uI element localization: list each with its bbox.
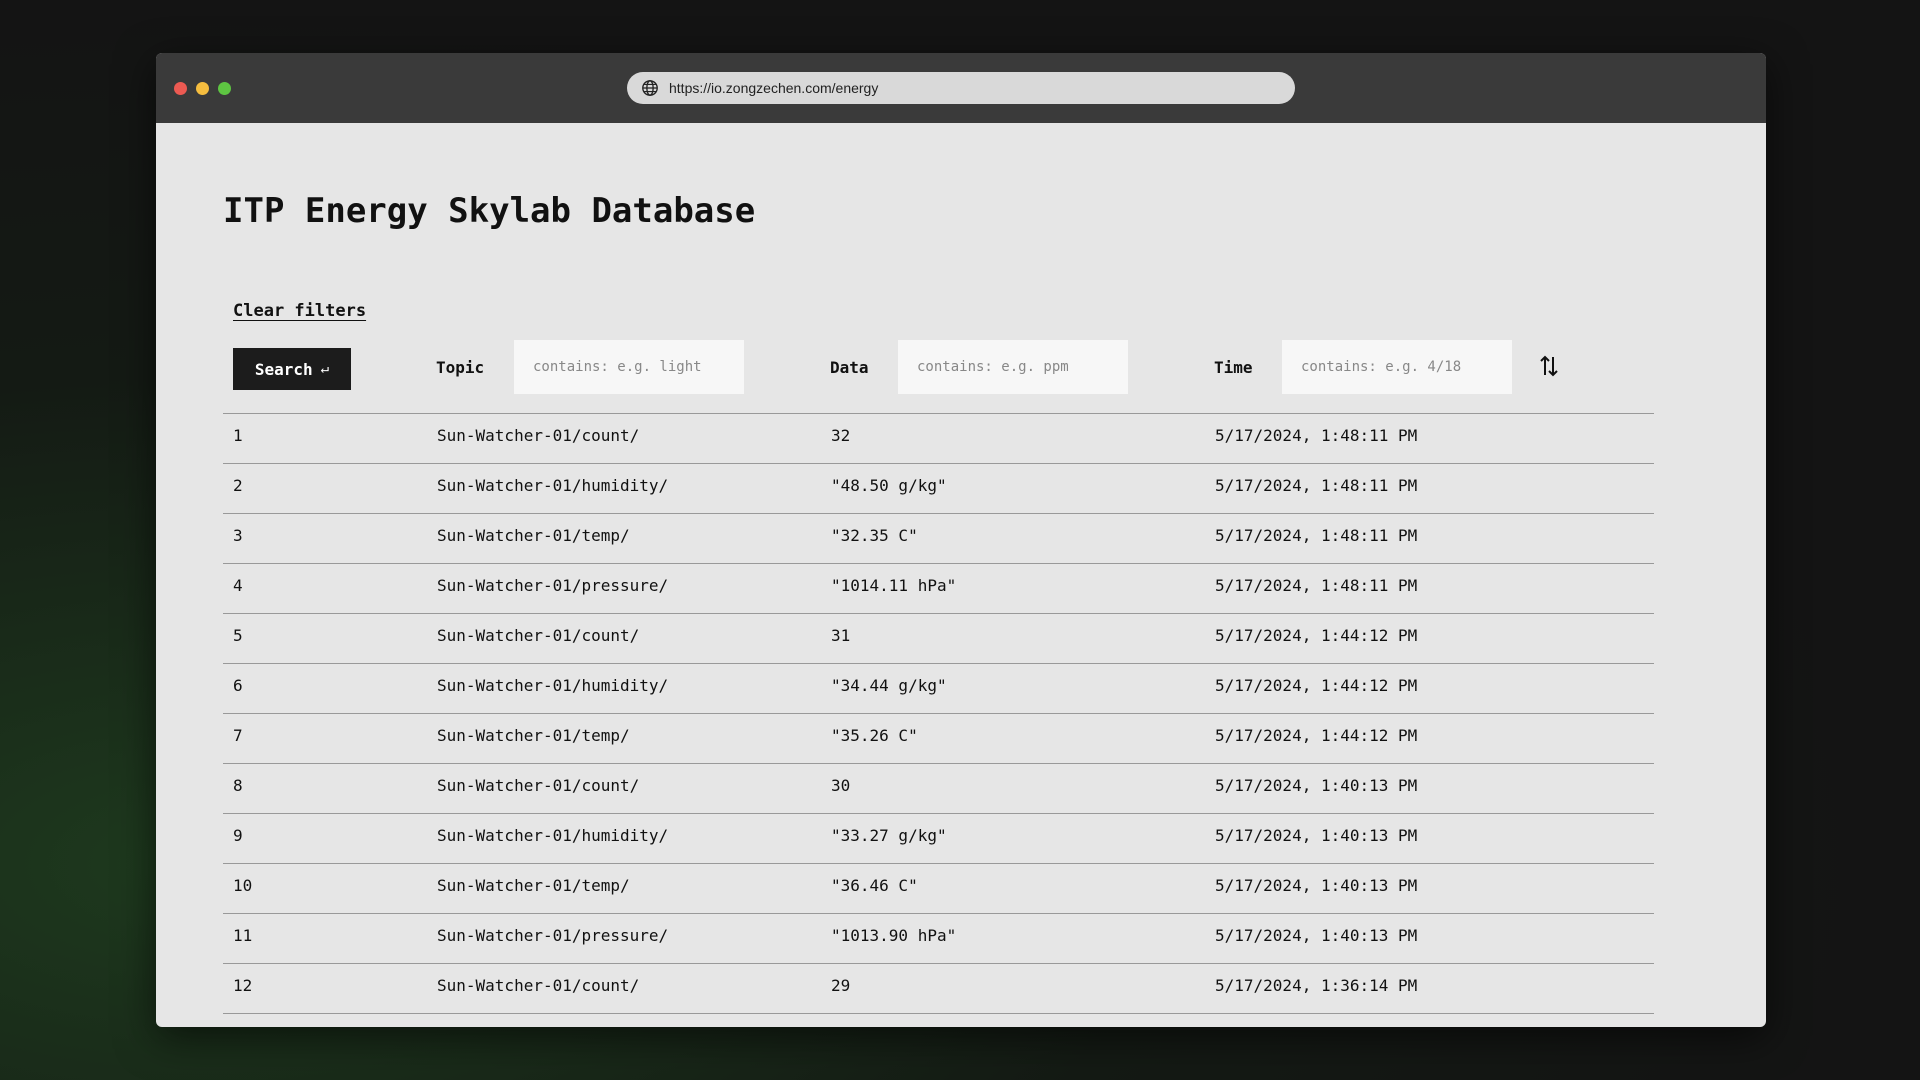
search-button[interactable]: Search ↵ (233, 348, 351, 390)
browser-window: https://io.zongzechen.com/energy ITP Ene… (156, 53, 1766, 1027)
table-row: 13 Sun-Watcher-01/humidity/ "33.15 g/kg" 5/… (223, 1013, 1654, 1027)
maximize-window-button[interactable] (218, 82, 231, 95)
topic-cell: Sun-Watcher-01/temp/ (437, 876, 630, 895)
time-filter-input[interactable] (1282, 340, 1512, 394)
page-content: ITP Energy Skylab Database Clear filters… (156, 123, 1766, 1027)
data-cell: 30 (831, 776, 851, 795)
table-row: 8 Sun-Watcher-01/count/30 5/17/2024, 1:40:… (223, 763, 1654, 813)
time-cell: 5/17/2024, 1:44:12 PM (1215, 726, 1418, 745)
search-button-label: Search (254, 359, 313, 379)
data-cell: "1014.11 hPa" (831, 576, 957, 595)
row-index-cell: 3 (233, 526, 243, 545)
row-index-cell: 12 (233, 976, 253, 995)
page-title: ITP Energy Skylab Database (223, 191, 756, 231)
table-row: 7 Sun-Watcher-01/temp/ "35.26 C" 5/17/2024,… (223, 713, 1654, 763)
data-cell: "33.15 g/kg" (831, 1026, 947, 1027)
time-cell: 5/17/2024, 1:48:11 PM (1215, 526, 1418, 545)
time-cell: 5/17/2024, 1:48:11 PM (1215, 476, 1418, 495)
time-cell: 5/17/2024, 1:48:11 PM (1215, 576, 1418, 595)
data-cell: 29 (831, 976, 851, 995)
time-cell: 5/17/2024, 1:36:14 PM (1215, 976, 1418, 995)
data-cell: "36.46 C" (831, 876, 918, 895)
data-table: 1 Sun-Watcher-01/count/32 5/17/2024, 1:48:… (223, 413, 1654, 1027)
url-text: https://io.zongzechen.com/energy (669, 80, 879, 96)
sort-toggle-icon[interactable] (1538, 351, 1560, 381)
row-index-cell: 4 (233, 576, 243, 595)
table-row: 2 Sun-Watcher-01/humidity/ "48.50 g/kg" 5/1… (223, 463, 1654, 513)
topic-filter-label: Topic (436, 358, 485, 377)
table-row: 12 Sun-Watcher-01/count/29 5/17/2024, 1:36… (223, 963, 1654, 1013)
row-index-cell: 5 (233, 626, 243, 645)
close-window-button[interactable] (174, 82, 187, 95)
topic-cell: Sun-Watcher-01/count/ (437, 776, 640, 795)
data-cell: "35.26 C" (831, 726, 918, 745)
topic-cell: Sun-Watcher-01/temp/ (437, 726, 630, 745)
data-filter-input[interactable] (898, 340, 1128, 394)
data-cell: 31 (831, 626, 851, 645)
data-filter-label: Data (830, 358, 869, 377)
topic-cell: Sun-Watcher-01/pressure/ (437, 576, 669, 595)
row-index-cell: 11 (233, 926, 253, 945)
data-cell: "34.44 g/kg" (831, 676, 947, 695)
time-cell: 5/17/2024, 1:48:11 PM (1215, 426, 1418, 445)
data-cell: 32 (831, 426, 851, 445)
topic-cell: Sun-Watcher-01/count/ (437, 426, 640, 445)
table-row: 1 Sun-Watcher-01/count/32 5/17/2024, 1:48:… (223, 413, 1654, 463)
time-cell: 5/17/2024, 1:44:12 PM (1215, 626, 1418, 645)
table-row: 5 Sun-Watcher-01/count/31 5/17/2024, 1:44:… (223, 613, 1654, 663)
row-index-cell: 2 (233, 476, 243, 495)
table-row: 6 Sun-Watcher-01/humidity/ "34.44 g/kg" 5/1… (223, 663, 1654, 713)
topic-cell: Sun-Watcher-01/pressure/ (437, 926, 669, 945)
topic-cell: Sun-Watcher-01/temp/ (437, 526, 630, 545)
globe-icon (642, 80, 658, 96)
time-cell: 5/17/2024, 1:40:13 PM (1215, 876, 1418, 895)
time-filter-label: Time (1214, 358, 1253, 377)
topic-cell: Sun-Watcher-01/humidity/ (437, 476, 669, 495)
table-row: 3 Sun-Watcher-01/temp/ "32.35 C" 5/17/2024,… (223, 513, 1654, 563)
row-index-cell: 9 (233, 826, 243, 845)
time-cell: 5/17/2024, 1:40:13 PM (1215, 826, 1418, 845)
data-cell: "33.27 g/kg" (831, 826, 947, 845)
row-index-cell: 7 (233, 726, 243, 745)
topic-cell: Sun-Watcher-01/count/ (437, 976, 640, 995)
data-cell: "32.35 C" (831, 526, 918, 545)
table-row: 4 Sun-Watcher-01/pressure/ "1014.11 hPa" 5/… (223, 563, 1654, 613)
row-index-cell: 1 (233, 426, 243, 445)
clear-filters-link[interactable]: Clear filters (233, 301, 366, 321)
minimize-window-button[interactable] (196, 82, 209, 95)
topic-cell: Sun-Watcher-01/humidity/ (437, 826, 669, 845)
data-cell: "48.50 g/kg" (831, 476, 947, 495)
topic-cell: Sun-Watcher-01/count/ (437, 626, 640, 645)
time-cell: 5/17/2024, 1:40:13 PM (1215, 926, 1418, 945)
table-row: 10 Sun-Watcher-01/temp/ "36.46 C" 5/17/2024… (223, 863, 1654, 913)
table-row: 9 Sun-Watcher-01/humidity/ "33.27 g/kg" 5/1… (223, 813, 1654, 863)
data-cell: "1013.90 hPa" (831, 926, 957, 945)
row-index-cell: 8 (233, 776, 243, 795)
time-cell: 5/17/2024, 1:36:14 PM (1215, 1026, 1417, 1027)
time-cell: 5/17/2024, 1:44:12 PM (1215, 676, 1418, 695)
topic-cell: Sun-Watcher-01/humidity/ (437, 676, 669, 695)
row-index-cell: 6 (233, 676, 243, 695)
table-row: 11 Sun-Watcher-01/pressure/ "1013.90 hPa" 5… (223, 913, 1654, 963)
topic-filter-input[interactable] (514, 340, 744, 394)
address-bar[interactable]: https://io.zongzechen.com/energy (627, 72, 1295, 104)
row-index-cell: 10 (233, 876, 253, 895)
row-index-cell: 13 (233, 1026, 252, 1027)
time-cell: 5/17/2024, 1:40:13 PM (1215, 776, 1418, 795)
enter-icon: ↵ (320, 361, 330, 377)
topic-cell: Sun-Watcher-01/humidity/ (437, 1026, 668, 1027)
browser-titlebar: https://io.zongzechen.com/energy (156, 53, 1766, 123)
